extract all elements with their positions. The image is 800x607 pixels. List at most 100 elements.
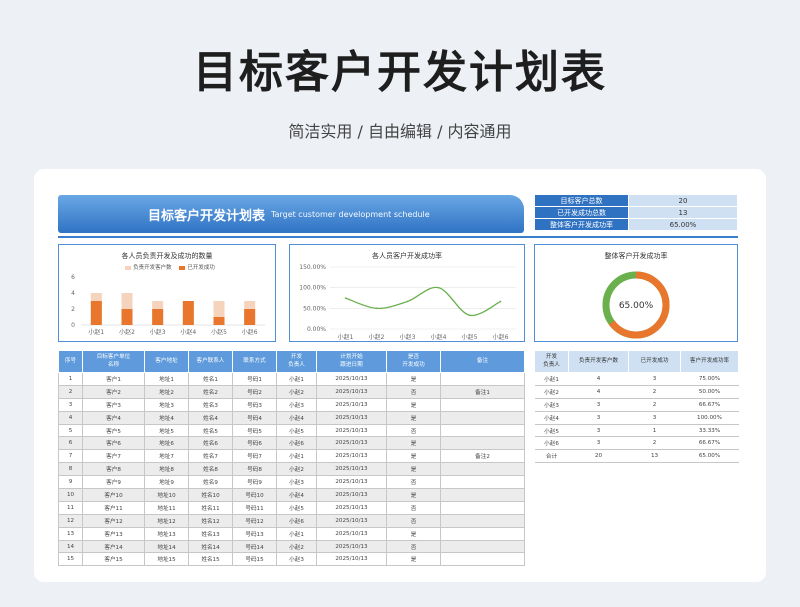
table-cell[interactable]: 号码14 xyxy=(232,539,277,554)
table-cell[interactable]: 地址3 xyxy=(144,397,189,412)
table-cell[interactable]: 13 xyxy=(628,449,681,464)
table-cell[interactable]: 2025/10/13 xyxy=(316,500,387,515)
table-cell[interactable] xyxy=(440,552,525,567)
table-cell[interactable]: 客户1 xyxy=(82,372,145,386)
table-cell[interactable]: 小赵6 xyxy=(276,436,317,451)
table-cell[interactable]: 2025/10/13 xyxy=(316,449,387,464)
table-cell[interactable]: 姓名11 xyxy=(188,500,233,515)
table-cell[interactable]: 客户14 xyxy=(82,539,145,554)
table-cell[interactable]: 是 xyxy=(386,410,441,425)
table-cell[interactable]: 13 xyxy=(58,526,83,541)
table-cell[interactable]: 号码8 xyxy=(232,462,277,477)
table-cell[interactable]: 10 xyxy=(58,488,83,502)
table-cell[interactable]: 小赵2 xyxy=(276,384,317,399)
table-cell[interactable]: 客户6 xyxy=(82,436,145,451)
table-cell[interactable] xyxy=(440,372,525,386)
main-header-cell[interactable]: 联系方式 xyxy=(232,350,277,373)
table-cell[interactable]: 号码15 xyxy=(232,552,277,567)
summary-value[interactable]: 13 xyxy=(628,206,738,219)
table-cell[interactable]: 否 xyxy=(386,539,441,554)
donut-chart-panel[interactable]: 整体客户开发成功率 65.00% xyxy=(534,244,738,342)
table-cell[interactable]: 号码4 xyxy=(232,410,277,425)
table-cell[interactable]: 否 xyxy=(386,423,441,438)
table-cell[interactable]: 66.67% xyxy=(680,436,739,451)
table-cell[interactable]: 客户11 xyxy=(82,500,145,515)
side-header-cell[interactable]: 客户开发成功率 xyxy=(680,350,739,373)
table-cell[interactable]: 是 xyxy=(386,397,441,412)
table-cell[interactable]: 15 xyxy=(58,552,83,567)
table-cell[interactable] xyxy=(440,539,525,554)
table-cell[interactable]: 姓名14 xyxy=(188,539,233,554)
table-cell[interactable]: 2025/10/13 xyxy=(316,410,387,425)
table-cell[interactable]: 号码10 xyxy=(232,488,277,502)
table-cell[interactable]: 是 xyxy=(386,462,441,477)
table-cell[interactable]: 是 xyxy=(386,526,441,541)
table-cell[interactable]: 2 xyxy=(628,436,681,451)
table-cell[interactable]: 备注2 xyxy=(440,449,525,464)
table-cell[interactable]: 号码1 xyxy=(232,372,277,386)
table-cell[interactable] xyxy=(440,423,525,438)
summary-value[interactable]: 20 xyxy=(628,194,738,207)
table-cell[interactable]: 姓名9 xyxy=(188,475,233,490)
table-cell[interactable]: 号码13 xyxy=(232,526,277,541)
table-cell[interactable] xyxy=(440,526,525,541)
table-cell[interactable]: 1 xyxy=(58,372,83,386)
table-cell[interactable]: 小赵5 xyxy=(276,423,317,438)
table-cell[interactable]: 合计 xyxy=(534,449,569,464)
table-cell[interactable]: 否 xyxy=(386,384,441,399)
table-cell[interactable]: 号码12 xyxy=(232,513,277,528)
table-cell[interactable]: 号码7 xyxy=(232,449,277,464)
table-cell[interactable]: 7 xyxy=(58,449,83,464)
table-cell[interactable]: 客户2 xyxy=(82,384,145,399)
table-cell[interactable]: 地址6 xyxy=(144,436,189,451)
table-cell[interactable]: 地址8 xyxy=(144,462,189,477)
table-cell[interactable]: 地址7 xyxy=(144,449,189,464)
table-cell[interactable]: 姓名15 xyxy=(188,552,233,567)
table-cell[interactable]: 地址11 xyxy=(144,500,189,515)
bar-chart-panel[interactable]: 各人员负责开发及成功的数量 负责开发客户数 已开发成功 0 2 4 6 小赵1 小赵2 小赵… xyxy=(58,244,276,342)
table-cell[interactable]: 2 xyxy=(628,398,681,412)
table-cell[interactable]: 是 xyxy=(386,488,441,502)
table-cell[interactable]: 小赵1 xyxy=(276,372,317,386)
table-cell[interactable]: 客户10 xyxy=(82,488,145,502)
table-cell[interactable]: 客户7 xyxy=(82,449,145,464)
table-cell[interactable]: 号码6 xyxy=(232,436,277,451)
table-cell[interactable]: 小赵1 xyxy=(534,372,569,386)
table-cell[interactable] xyxy=(440,436,525,451)
table-cell[interactable]: 2025/10/13 xyxy=(316,488,387,502)
table-cell[interactable]: 3 xyxy=(568,398,629,412)
side-header-cell[interactable]: 开发 负责人 xyxy=(534,350,569,373)
table-cell[interactable]: 小赵3 xyxy=(276,397,317,412)
main-header-cell[interactable]: 备注 xyxy=(440,350,525,373)
table-cell[interactable]: 2 xyxy=(58,384,83,399)
main-header-cell[interactable]: 客户联系人 xyxy=(188,350,233,373)
main-header-cell[interactable]: 目标客户单位 名称 xyxy=(82,350,145,373)
table-cell[interactable] xyxy=(440,475,525,490)
table-cell[interactable]: 号码5 xyxy=(232,423,277,438)
table-cell[interactable]: 4 xyxy=(568,385,629,399)
table-cell[interactable] xyxy=(440,513,525,528)
table-cell[interactable]: 号码2 xyxy=(232,384,277,399)
table-cell[interactable]: 地址12 xyxy=(144,513,189,528)
table-cell[interactable]: 备注1 xyxy=(440,384,525,399)
table-cell[interactable]: 2025/10/13 xyxy=(316,423,387,438)
table-cell[interactable]: 小赵2 xyxy=(276,462,317,477)
table-cell[interactable]: 姓名5 xyxy=(188,423,233,438)
side-header-cell[interactable]: 已开发成功 xyxy=(628,350,681,373)
table-cell[interactable] xyxy=(440,488,525,502)
table-cell[interactable]: 2025/10/13 xyxy=(316,384,387,399)
table-cell[interactable]: 客户8 xyxy=(82,462,145,477)
table-cell[interactable]: 姓名10 xyxy=(188,488,233,502)
table-cell[interactable]: 客户3 xyxy=(82,397,145,412)
table-cell[interactable]: 地址2 xyxy=(144,384,189,399)
table-cell[interactable]: 小赵6 xyxy=(534,436,569,451)
table-cell[interactable] xyxy=(440,397,525,412)
table-cell[interactable]: 2025/10/13 xyxy=(316,475,387,490)
table-cell[interactable]: 是 xyxy=(386,436,441,451)
summary-value[interactable]: 65.00% xyxy=(628,218,738,231)
table-cell[interactable]: 65.00% xyxy=(680,449,739,464)
table-cell[interactable]: 地址10 xyxy=(144,488,189,502)
table-cell[interactable]: 客户12 xyxy=(82,513,145,528)
table-cell[interactable]: 2025/10/13 xyxy=(316,526,387,541)
table-cell[interactable]: 6 xyxy=(58,436,83,451)
